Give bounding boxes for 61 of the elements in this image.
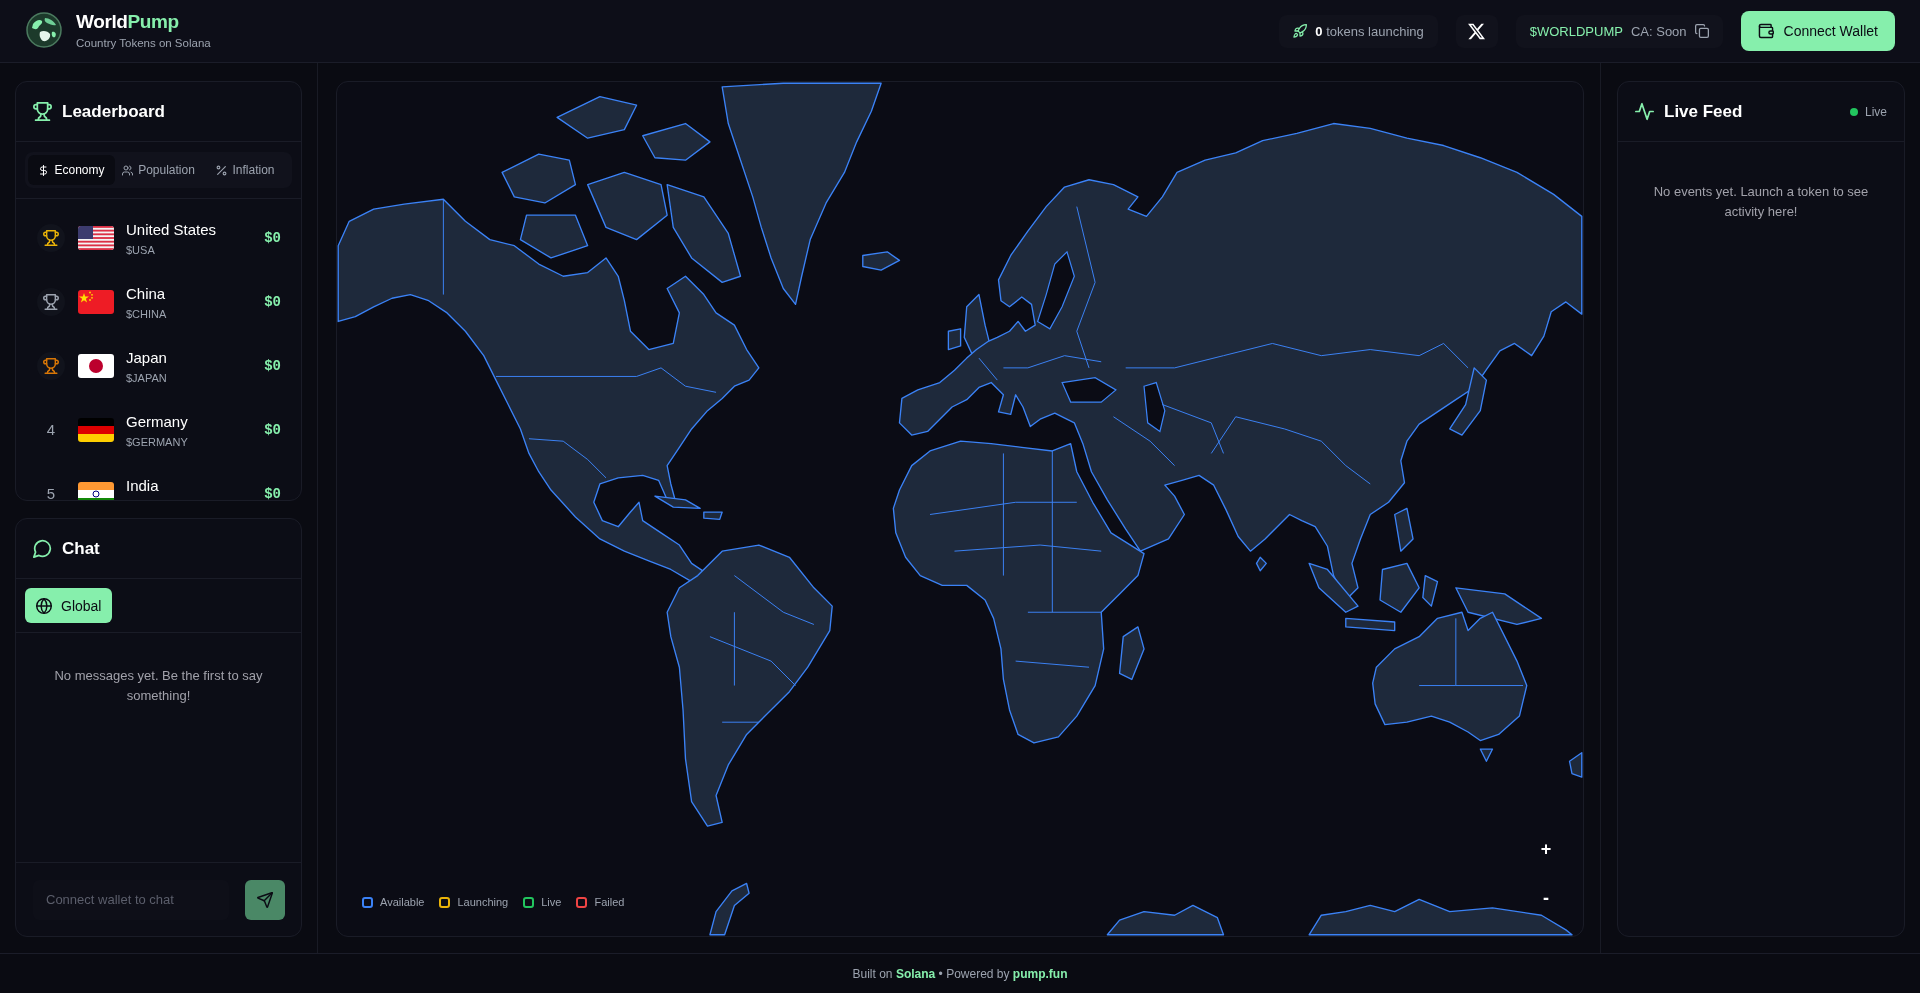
panel-title: Chat — [62, 538, 100, 559]
token-ticker: $WORLDPUMP — [1529, 23, 1623, 39]
launch-label: tokens launching — [1326, 23, 1424, 39]
metric-tab[interactable]: Economy — [28, 155, 115, 185]
metric-tab[interactable]: Inflation — [202, 155, 289, 185]
empty-feed-message: No events yet. Launch a token to see activity here! — [1652, 183, 1870, 221]
chat-room-tab[interactable]: Global — [25, 588, 113, 623]
brand-tagline: Country Tokens on Solana — [76, 35, 211, 50]
copy-icon[interactable] — [1694, 24, 1709, 38]
legend-label: Live — [541, 896, 562, 908]
india-flag-icon — [78, 482, 114, 500]
china-flag-icon — [78, 290, 114, 314]
country-ticker: $JAPAN — [126, 371, 168, 385]
country-name: Japan — [126, 349, 168, 367]
rank-number: 5 — [46, 488, 56, 500]
footer-link[interactable]: Solana — [895, 966, 936, 981]
panel-title: Live Feed — [1664, 101, 1743, 122]
contract-address: CA: Soon — [1630, 23, 1687, 39]
globe-logo-icon — [26, 12, 62, 48]
launch-count: 0 — [1315, 23, 1323, 39]
wallet-icon — [1757, 23, 1774, 39]
japan-flag-icon — [78, 354, 114, 378]
legend-label: Available — [380, 896, 425, 908]
country-name: India — [126, 477, 160, 495]
live-status-label: Live — [1865, 104, 1887, 119]
x-social-button[interactable] — [1455, 14, 1498, 48]
panel-title: Leaderboard — [62, 101, 165, 122]
rank-number: 4 — [46, 424, 56, 436]
country-ticker: $CHINA — [126, 307, 168, 321]
trophy-icon — [33, 102, 52, 121]
rocket-icon — [1293, 24, 1308, 38]
market-value: $0 — [264, 423, 281, 437]
country-name: United States — [126, 221, 218, 239]
brand-title: WorldPump — [76, 10, 180, 33]
metric-tab[interactable]: Population — [115, 155, 202, 185]
us-flag-icon — [78, 226, 114, 250]
legend-label: Launching — [457, 896, 509, 908]
empty-chat-message: No messages yet. Be the first to say something! — [53, 667, 264, 705]
dollar-icon — [38, 164, 50, 176]
globe-icon — [36, 597, 52, 614]
country-ticker: $USA — [126, 243, 156, 257]
x-icon — [1468, 22, 1486, 40]
footer-link[interactable]: pump.fun — [1012, 966, 1068, 981]
footer-credits: Built on Solana • Powered by pump.fun — [852, 966, 1068, 981]
send-icon — [257, 891, 273, 908]
country-ticker: $GERMANY — [126, 435, 189, 449]
germany-flag-icon — [78, 418, 114, 442]
country-name: Germany — [126, 413, 189, 431]
connect-wallet-button[interactable]: Connect Wallet — [1740, 11, 1895, 51]
chat-bubble-icon — [33, 539, 52, 558]
legend-label: Failed — [594, 896, 625, 908]
country-name: China — [126, 285, 167, 303]
market-value: $0 — [264, 487, 281, 500]
market-value: $0 — [264, 359, 281, 373]
users-icon — [122, 164, 134, 176]
zoom-in-button[interactable]: + — [1531, 834, 1561, 864]
market-value: $0 — [264, 231, 281, 245]
activity-icon — [1635, 102, 1654, 121]
zoom-out-button[interactable]: - — [1531, 883, 1561, 913]
market-value: $0 — [264, 295, 281, 309]
percent-icon — [216, 164, 228, 176]
